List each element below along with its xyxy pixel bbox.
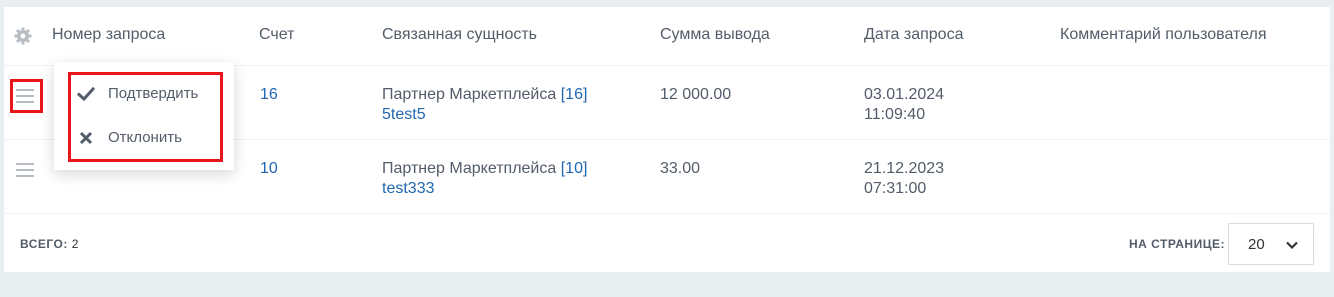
request-date: 03.01.2024 11:09:40 [864,85,944,125]
column-header-request-date[interactable]: Дата запроса [864,26,963,44]
column-header-withdrawal-amount[interactable]: Сумма вывода [660,26,770,44]
entity-id-link[interactable]: [10] [561,160,588,177]
request-date: 21.12.2023 07:31:00 [864,159,944,199]
withdrawal-requests-panel: Номер запроса Счет Связанная сущность Су… [4,7,1330,272]
entity-id-link[interactable]: [16] [561,86,588,103]
entity-name: Партнер Маркетплейса [382,86,557,103]
column-header-related-entity[interactable]: Связанная сущность [382,26,537,44]
total-value: 2 [71,237,79,251]
menu-burger-icon[interactable] [16,163,34,181]
withdrawal-amount: 33.00 [660,160,701,177]
highlight-frame-burger [10,79,43,113]
total-label: ВСЕГО: [20,237,68,251]
request-date-day: 21.12.2023 [864,160,945,177]
related-entity: Партнер Маркетплейса [10] test333 [382,159,587,199]
request-date-time: 07:31:00 [864,180,927,197]
table-header: Номер запроса Счет Связанная сущность Су… [4,7,1330,66]
column-header-user-comment[interactable]: Комментарий пользователя [1060,26,1267,44]
chevron-down-icon [1286,241,1298,250]
column-header-request-number[interactable]: Номер запроса [52,26,165,44]
total-count: ВСЕГО: 2 [20,237,79,251]
request-date-day: 03.01.2024 [864,86,945,103]
request-date-time: 11:09:40 [864,106,926,123]
column-header-account[interactable]: Счет [259,26,294,44]
account-link[interactable]: 10 [260,159,278,179]
entity-sub-link[interactable]: test333 [382,180,434,197]
gear-icon[interactable] [13,26,33,46]
highlight-frame-menu [68,72,223,162]
entity-sub-link[interactable]: 5test5 [382,106,426,123]
per-page-label: НА СТРАНИЦЕ: [1128,237,1225,251]
entity-name: Партнер Маркетплейса [382,160,557,177]
per-page-select[interactable]: 20 [1228,223,1314,265]
withdrawal-amount: 12 000.00 [660,86,732,103]
per-page-value: 20 [1248,236,1265,253]
account-link[interactable]: 16 [260,85,278,105]
related-entity: Партнер Маркетплейса [16] 5test5 [382,85,587,125]
